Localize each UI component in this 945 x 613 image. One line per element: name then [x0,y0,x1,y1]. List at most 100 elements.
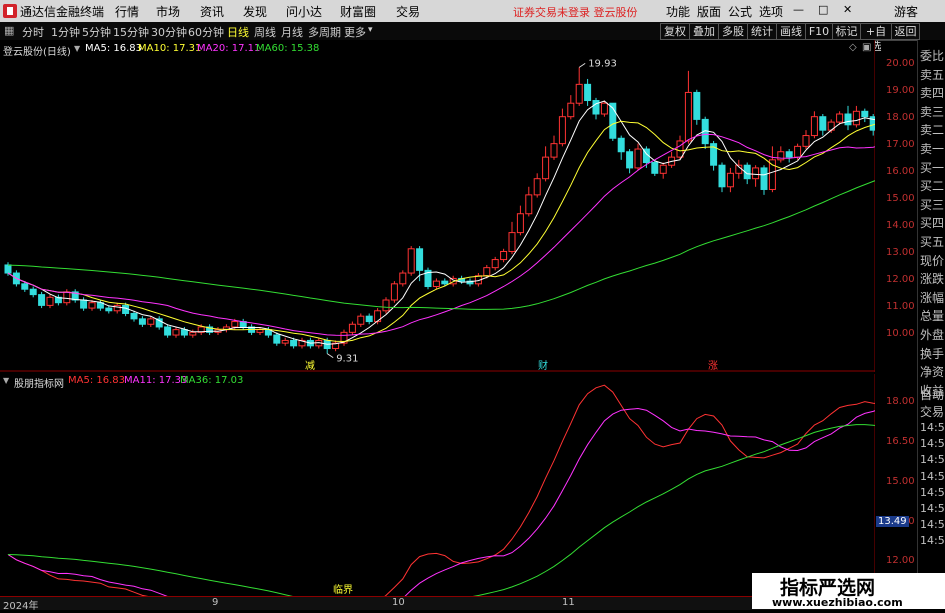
price-tick-label: 11.00 [886,301,915,313]
period-tab-multi[interactable]: 多周期 [308,24,341,40]
quote-field-label: 卖三 [920,104,945,119]
ind-ma36-legend: MA36: 17.03 [180,375,244,386]
candle[interactable] [374,308,382,325]
f10-button[interactable]: F10 [805,23,833,40]
indicator-title: 股朋指标网 [14,379,64,390]
indicator-chart[interactable]: 临界 [0,374,933,613]
overlay-button[interactable]: 叠加 [689,23,719,40]
event-marker[interactable]: 减 [305,360,315,372]
candle[interactable] [390,281,398,303]
tick-time: 14:56 [920,518,945,532]
add-watchlist-button[interactable]: +自选 [860,23,892,53]
price-tick-label: 19.00 [886,85,915,97]
candle-body [382,299,390,312]
candle[interactable] [340,329,348,346]
more-chevron-icon[interactable]: ▾ [368,25,373,35]
login-notice[interactable]: 证券交易未登录 登云股份 [513,4,638,20]
quote-field-label: 买五 [920,235,945,249]
quote-mode-label[interactable]: 自动 [920,386,944,403]
candle-body [357,315,365,325]
menu-item-news[interactable]: 资讯 [200,3,224,20]
candle[interactable] [38,291,46,309]
tick-time: 14:55 [920,421,945,434]
back-button[interactable]: 返回 [891,23,920,40]
tick-time: 14:56 [920,453,945,467]
candle[interactable] [651,159,659,176]
menu-item-ask[interactable]: 问小达 [286,3,322,20]
candle-body [693,91,701,120]
candle-body [567,102,575,118]
candle-body [592,100,600,115]
indicator-panel[interactable]: 临界 ▼ 股朋指标网 MA5: 16.83 MA11: 17.33 MA36: … [0,374,933,613]
close-icon[interactable]: ✕ [843,3,852,16]
menu-item-exchange[interactable]: 市场 [156,3,180,20]
candle-body [281,339,289,344]
restore-panel-icon[interactable]: ▣ [862,42,871,53]
candle-body [164,326,172,336]
period-tab-weekly[interactable]: 周线 [254,24,276,40]
period-tab-30min[interactable]: 30分钟 [151,24,187,40]
period-tab-intraday[interactable]: 分时 [22,24,44,40]
candle[interactable] [424,267,432,290]
candle-body [626,151,634,169]
candle[interactable] [382,297,390,314]
period-tab-monthly[interactable]: 月线 [281,24,303,40]
menu-item-function[interactable]: 功能 [666,3,690,20]
stats-button[interactable]: 统计 [747,23,777,40]
price-panel-title: 登云股份(日线) [3,47,71,58]
collapse-chevron-icon[interactable]: ▼ [74,44,80,53]
candle-body [558,116,566,145]
guest-label[interactable]: 游客 [894,3,918,20]
menu-item-formula[interactable]: 公式 [728,3,752,20]
candle-body [533,178,541,196]
date-label-year: 2024年 [3,601,39,612]
candle-body [617,137,625,153]
period-tab-daily[interactable]: 日线 [227,24,249,40]
draw-line-button[interactable]: 画线 [776,23,806,40]
watermark-url: www.xuezhibiao.com [772,596,903,609]
adjust-button[interactable]: 复权 [660,23,690,40]
restore-icon[interactable]: □ [818,3,828,16]
menu-item-layout[interactable]: 版面 [697,3,721,20]
quote-mode-label[interactable]: 交易 [920,403,944,420]
menu-item-discover[interactable]: 发现 [243,3,267,20]
indicator-chevron-icon[interactable]: ▼ [3,376,9,385]
candle-body [130,312,138,320]
candle[interactable] [399,270,407,287]
price-tick-label: 18.00 [886,112,915,124]
diamond-icon[interactable]: ◇ [849,42,857,53]
ma10-legend: MA10: 17.31 [138,43,202,54]
candle[interactable] [407,246,415,276]
candle-body [684,91,692,142]
minimize-icon[interactable]: — [793,3,804,16]
multi-stock-button[interactable]: 多股 [718,23,748,40]
ind-ma5-legend: MA5: 16.83 [68,375,126,386]
menu-item-wealth[interactable]: 财富圈 [340,3,376,20]
tick-time: 14:56 [920,485,945,499]
grid-icon[interactable]: ▦ [4,24,14,37]
candlestick-chart[interactable]: 19.93 9.31 减 财 涨 [0,40,936,372]
menu-item-trade[interactable]: 交易 [396,3,420,20]
event-marker[interactable]: 财 [538,359,548,372]
event-marker[interactable]: 涨 [708,360,718,372]
candle-body [29,288,37,296]
menu-item-options[interactable]: 选项 [759,3,783,20]
period-tab-5min[interactable]: 5分钟 [82,24,111,40]
period-tab-more[interactable]: 更多 [344,24,366,40]
ind-ma11-legend: MA11: 17.33 [124,375,188,386]
menu-item-market[interactable]: 行情 [115,3,139,20]
period-tab-15min[interactable]: 15分钟 [113,24,149,40]
candle-body [80,299,88,309]
price-axis: 20.00 19.00 18.00 17.00 16.00 15.00 14.00 13.00… [876,40,916,372]
candle-body [752,167,760,180]
candle[interactable] [63,289,71,306]
indicator-bg [0,374,875,596]
candle[interactable] [693,89,701,125]
mark-button[interactable]: 标记 [832,23,861,40]
candle-body [794,145,802,158]
period-tab-1min[interactable]: 1分钟 [51,24,80,40]
quote-field-label: 涨幅 [920,290,945,305]
price-chart-panel[interactable]: 19.93 9.31 减 财 涨 登云股份(日线) ▼ MA5: 16.83 MA10:… [0,40,936,372]
period-tab-60min[interactable]: 60分钟 [188,24,224,40]
price-tick-label: 16.00 [886,166,915,178]
